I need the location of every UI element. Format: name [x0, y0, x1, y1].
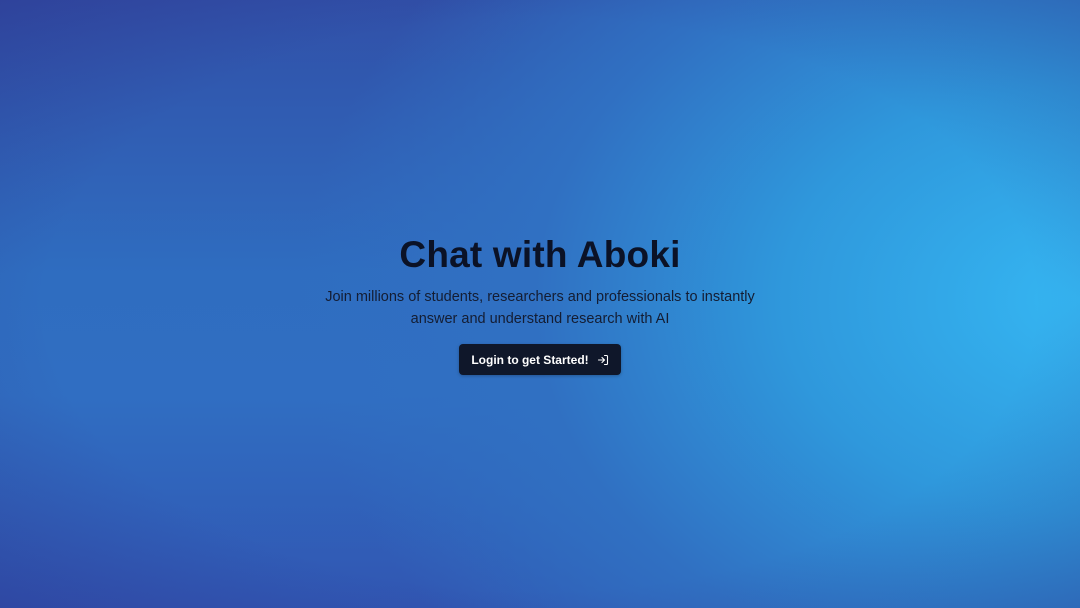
log-in-icon — [597, 354, 609, 366]
hero-section: Chat with Aboki Join millions of student… — [0, 232, 1080, 375]
hero-subtitle: Join millions of students, researchers a… — [325, 289, 755, 327]
page-title: Chat with Aboki — [399, 234, 681, 275]
login-button-label: Login to get Started! — [471, 352, 589, 367]
login-button[interactable]: Login to get Started! — [459, 344, 621, 375]
